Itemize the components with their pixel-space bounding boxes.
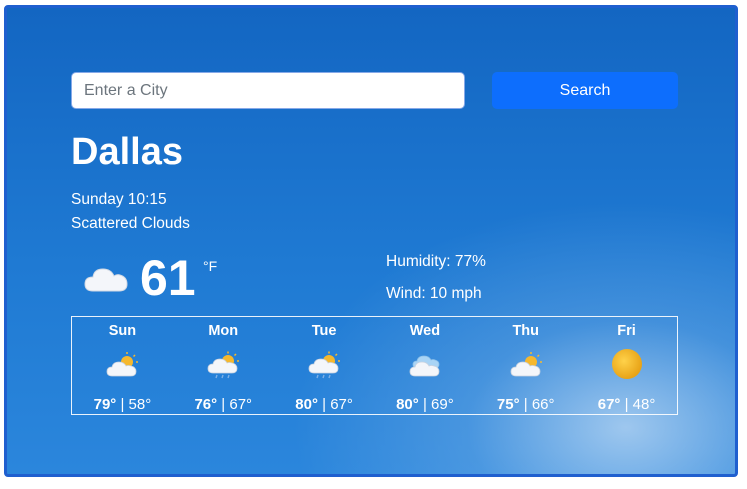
search-button[interactable]: Search [492, 72, 678, 109]
date-time: Sunday 10:15 [71, 191, 167, 208]
low-temp: 66° [531, 396, 555, 413]
wind-speed: Wind: 10 mph [386, 285, 482, 302]
high-temp: 80° [396, 396, 419, 413]
day-temperatures: 76° | 67° [194, 396, 253, 413]
partly-sunny-icon [105, 351, 139, 384]
rain-cloud-icon [408, 351, 442, 384]
forecast-day: Tue 80° | 67° [274, 317, 375, 414]
low-temp: 67° [330, 396, 353, 413]
current-temperature: 61 [140, 250, 196, 306]
weather-card: Search Dallas Sunday 10:15 Scattered Clo… [4, 5, 738, 477]
forecast-day: Sun 79° | 58° [72, 317, 173, 414]
forecast-day: Thu 75° | 66° [475, 317, 576, 414]
forecast-day: Mon 76° | 67° [173, 317, 274, 414]
forecast-day: Wed 80° | 69° [374, 317, 475, 414]
temperature-unit: °F [203, 258, 218, 274]
day-temperatures: 79° | 58° [93, 396, 152, 413]
partly-sunny-icon [509, 351, 543, 384]
forecast-day: Fri 67° | 48° [576, 317, 677, 414]
city-name: Dallas [71, 131, 183, 173]
low-temp: 69° [431, 396, 454, 413]
high-temp: 79° [93, 396, 117, 413]
forecast-strip: Sun 79° | 58° Mon 76° | 67° Tue 80° | 67… [71, 316, 678, 415]
day-temperatures: 80° | 67° [295, 396, 353, 413]
day-name: Tue [311, 323, 337, 339]
high-temp: 67° [597, 396, 621, 413]
weather-condition: Scattered Clouds [71, 215, 190, 232]
day-name: Wed [409, 323, 441, 339]
high-temp: 75° [496, 396, 520, 413]
day-temperatures: 80° | 69° [396, 396, 454, 413]
day-name: Sun [108, 323, 137, 339]
search-input[interactable] [71, 72, 465, 109]
cloud-icon [83, 264, 129, 299]
day-name: Thu [512, 323, 540, 339]
sun-icon [610, 349, 644, 386]
day-name: Fri [617, 323, 636, 339]
partly-sunny-rain-icon [206, 351, 240, 384]
high-temp: 76° [194, 396, 218, 413]
day-name: Mon [208, 323, 239, 339]
low-temp: 58° [128, 396, 152, 413]
day-temperatures: 67° | 48° [597, 396, 656, 413]
low-temp: 48° [632, 396, 656, 413]
high-temp: 80° [295, 396, 318, 413]
partly-sunny-rain-icon [307, 351, 341, 384]
day-temperatures: 75° | 66° [496, 396, 555, 413]
low-temp: 67° [229, 396, 253, 413]
humidity: Humidity: 77% [386, 253, 486, 270]
